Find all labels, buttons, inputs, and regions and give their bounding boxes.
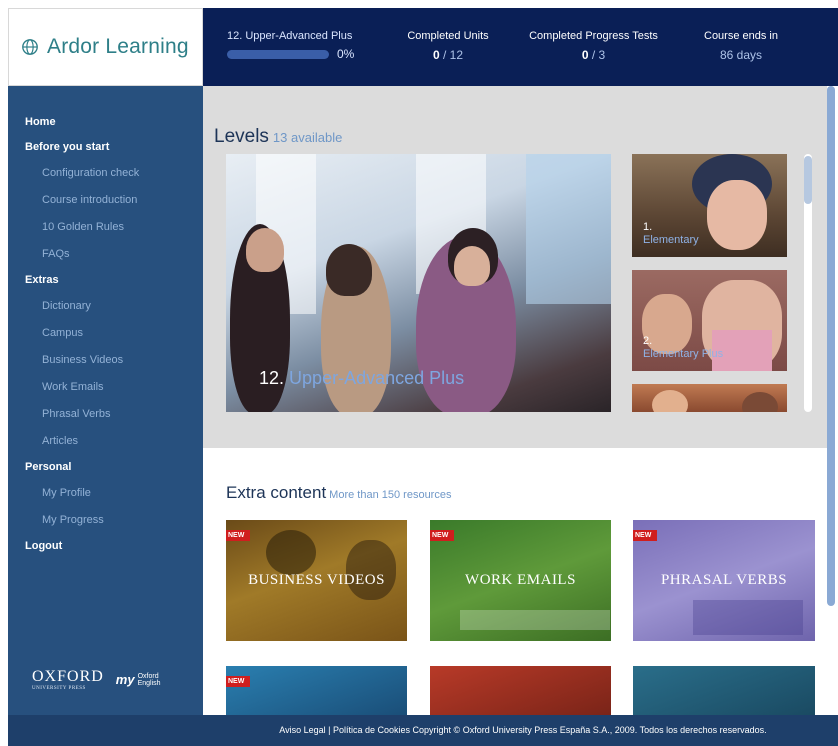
extra-content-section: Extra content More than 150 resources NEW… — [203, 448, 827, 715]
new-badge: NEW — [633, 530, 658, 541]
card-label: BUSINESS VIDEOS — [248, 572, 385, 588]
completed-units-total: / 12 — [439, 48, 464, 62]
card-phrasal-verbs[interactable]: NEW PHRASAL VERBS — [633, 520, 815, 641]
card-work-emails[interactable]: NEW WORK EMAILS — [430, 520, 611, 641]
sidebar-item-course-introduction[interactable]: Course introduction — [8, 187, 203, 214]
completed-tests: Completed Progress Tests 0 / 3 — [521, 30, 666, 62]
level-progress-percent: 0% — [337, 47, 355, 61]
sidebar-item-my-profile[interactable]: My Profile — [8, 480, 203, 507]
level-thumb-elementary-plus[interactable]: 2. Elementary Plus — [632, 270, 787, 371]
course-ends: Course ends in 86 days — [691, 30, 791, 62]
levels-scrollbar-thumb[interactable] — [804, 156, 812, 204]
sidebar-item-phrasal-verbs[interactable]: Phrasal Verbs — [8, 401, 203, 428]
my-oxford-english-logo: my Oxford English — [115, 672, 161, 687]
sidebar-item-business-videos[interactable]: Business Videos — [8, 347, 203, 374]
levels-available-count: 13 available — [272, 130, 343, 145]
course-ends-label: Course ends in — [704, 30, 778, 42]
footer-text: Aviso Legal | Política de Cookies Copyri… — [279, 725, 767, 735]
sidebar-item-before-you-start[interactable]: Before you start — [8, 135, 203, 160]
featured-level-caption: 12. Upper-Advanced Plus — [259, 368, 465, 388]
completed-tests-value: 0 — [581, 48, 589, 62]
current-level-progress: 12. Upper-Advanced Plus 0% — [227, 30, 367, 61]
page-scrollbar-thumb[interactable] — [827, 86, 835, 606]
extra-content-heading: Extra content More than 150 resources — [226, 483, 452, 502]
completed-tests-label: Completed Progress Tests — [529, 30, 658, 42]
sidebar-item-campus[interactable]: Campus — [8, 320, 203, 347]
level-thumb-elementary[interactable]: 1. Elementary — [632, 154, 787, 257]
sidebar-item-configuration-check[interactable]: Configuration check — [8, 160, 203, 187]
levels-scrollbar[interactable] — [804, 154, 812, 412]
new-badge: NEW — [430, 530, 455, 541]
card-row2-2[interactable] — [430, 666, 611, 715]
app-window: Ardor Learning 12. Upper-Advanced Plus 0… — [0, 0, 838, 746]
card-label: PHRASAL VERBS — [660, 572, 788, 588]
level-progress-bar — [227, 49, 329, 59]
card-label: WORK EMAILS — [465, 572, 576, 588]
page-scrollbar[interactable] — [826, 86, 836, 606]
course-ends-value: 86 days — [719, 48, 763, 62]
extra-content-subtitle: More than 150 resources — [329, 489, 452, 501]
course-status-bar: 12. Upper-Advanced Plus 0% Completed Uni… — [203, 8, 838, 86]
level-thumb-partial[interactable] — [632, 384, 787, 412]
sidebar-item-my-progress[interactable]: My Progress — [8, 507, 203, 534]
levels-section: Levels 13 available 12. Upper-Advanced Pl… — [203, 86, 827, 448]
sidebar-nav: Home Before you start Configuration check C… — [8, 86, 203, 559]
sidebar-item-faqs[interactable]: FAQs — [8, 241, 203, 268]
current-level-name: 12. Upper-Advanced Plus — [227, 30, 353, 42]
sidebar-item-extras[interactable]: Extras — [8, 268, 203, 293]
card-row2-3[interactable] — [633, 666, 815, 715]
logo-text: Ardor Learning — [47, 35, 189, 58]
new-badge: NEW — [226, 676, 251, 687]
completed-tests-total: / 3 — [588, 48, 606, 62]
globe-icon — [22, 39, 38, 55]
sidebar-item-home[interactable]: Home — [8, 110, 203, 135]
levels-heading: Levels 13 available — [214, 126, 343, 147]
card-business-videos[interactable]: NEW BUSINESS VIDEOS — [226, 520, 407, 641]
sidebar-item-articles[interactable]: Articles — [8, 428, 203, 455]
sidebar-item-10-golden-rules[interactable]: 10 Golden Rules — [8, 214, 203, 241]
sidebar-item-work-emails[interactable]: Work Emails — [8, 374, 203, 401]
sidebar: Home Before you start Configuration check C… — [8, 86, 203, 715]
featured-level-card[interactable]: 12. Upper-Advanced Plus — [226, 154, 611, 412]
completed-units-value: 0 — [432, 48, 440, 62]
oxford-university-press-logo: OXFORD UNIVERSITY PRESS — [32, 668, 104, 691]
sidebar-item-dictionary[interactable]: Dictionary — [8, 293, 203, 320]
level-thumb-caption: 2. Elementary Plus — [643, 335, 724, 360]
level-thumb-caption: 1. Elementary — [643, 221, 699, 246]
logo[interactable]: Ardor Learning — [8, 8, 203, 86]
sidebar-item-personal[interactable]: Personal — [8, 455, 203, 480]
completed-units: Completed Units 0 / 12 — [393, 30, 503, 62]
card-row2-1[interactable]: NEW — [226, 666, 407, 715]
footer: Aviso Legal | Política de Cookies Copyri… — [8, 715, 838, 746]
new-badge: NEW — [226, 530, 251, 541]
sidebar-item-logout[interactable]: Logout — [8, 534, 203, 559]
completed-units-label: Completed Units — [407, 30, 489, 42]
oxford-logos: OXFORD UNIVERSITY PRESS my Oxford English — [32, 668, 161, 691]
main-content: Levels 13 available 12. Upper-Advanced Pl… — [203, 86, 838, 715]
